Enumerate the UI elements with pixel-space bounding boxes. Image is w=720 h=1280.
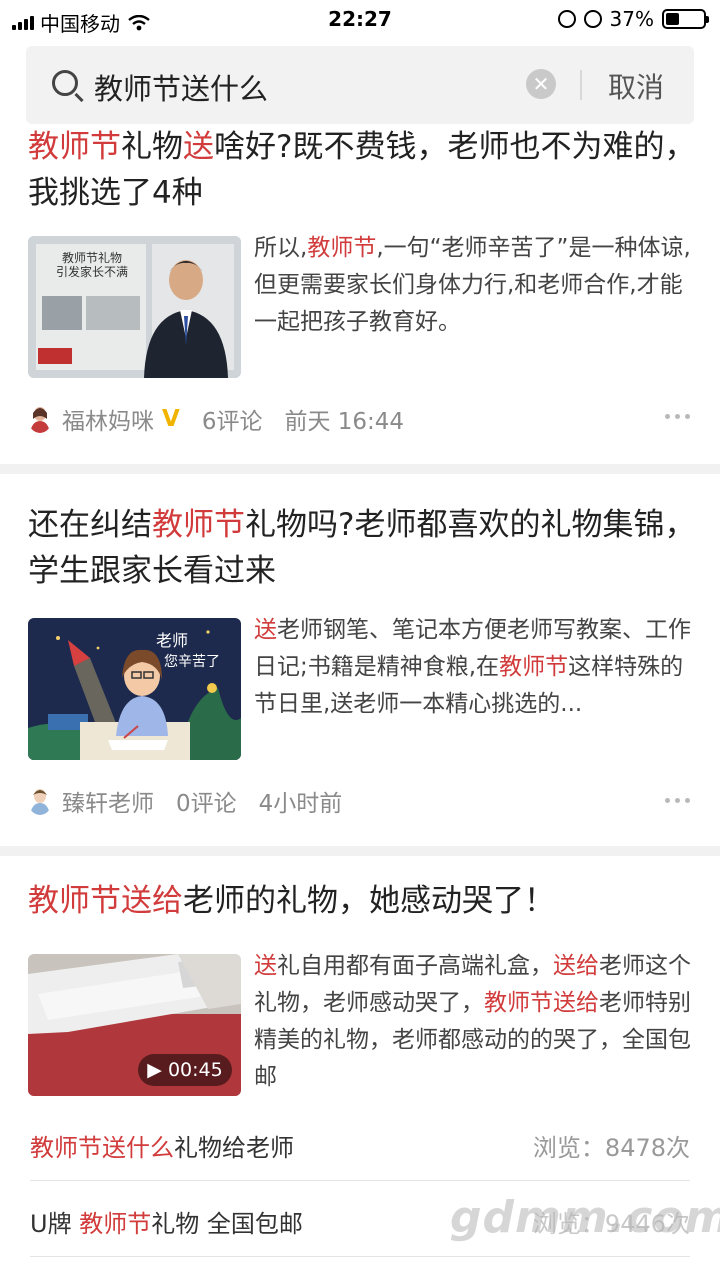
row-divider (30, 1256, 690, 1257)
comment-count: 0评论 (176, 791, 237, 817)
more-options-icon[interactable] (665, 414, 690, 419)
text-segment: 礼物给老师 (174, 1134, 294, 1162)
site-watermark: gdmm.com (450, 1192, 720, 1243)
text-segment: 礼物 (121, 129, 183, 165)
text-segment: 礼物 全国包邮 (151, 1210, 303, 1238)
author-name[interactable]: 福林妈咪 (62, 402, 154, 436)
related-search-text[interactable]: U牌 教师节礼物 全国包邮 (30, 1204, 303, 1239)
author-avatar (30, 407, 50, 433)
highlighted-keyword: 教师节送给 (28, 883, 183, 919)
article-thumbnail[interactable]: 教师节礼物 引发家长不满 (28, 236, 241, 378)
highlighted-keyword: 送 (183, 129, 214, 165)
publish-time: 4小时前 (258, 791, 343, 817)
article-excerpt: 送礼自用都有面子高端礼盒，送给老师这个礼物，老师感动哭了，教师节送给老师特别精美… (254, 948, 694, 1096)
article-thumbnail[interactable]: 老师 您辛苦了 (28, 618, 241, 760)
thumb-headline-1: 老师 (156, 631, 188, 650)
video-duration: 00:45 (167, 1059, 223, 1081)
article-meta: 福林妈咪 V 6评论 前天 16:44 (28, 402, 426, 436)
article-excerpt: 送老师钢笔、笔记本方便老师写教案、工作日记;书籍是精神食粮,在教师节这样特殊的节… (254, 612, 694, 723)
alarm-icon (583, 10, 602, 28)
highlighted-keyword: 教师节 (79, 1210, 152, 1238)
teacher-illustration: 老师 您辛苦了 (28, 618, 241, 760)
battery-fill (666, 13, 679, 25)
clear-icon[interactable]: ✕ (526, 69, 556, 99)
highlighted-keyword: 教师节 (152, 507, 245, 543)
highlighted-keyword: 教师节 (307, 235, 377, 261)
highlighted-keyword: 教师节 (499, 654, 569, 680)
search-input[interactable]: 教师节送什么 (94, 66, 268, 108)
news-anchor-image: 教师节礼物 引发家长不满 (28, 236, 241, 378)
publish-time: 前天 16:44 (284, 409, 405, 435)
thumb-headline-2: 引发家长不满 (56, 264, 128, 279)
highlighted-keyword: 送 (254, 617, 277, 643)
highlighted-keyword: 教师节送给 (484, 990, 599, 1016)
video-duration-badge: ▶ 00:45 (138, 1054, 232, 1086)
search-divider (580, 70, 582, 100)
rotation-lock-icon (557, 10, 576, 28)
highlighted-keyword: 送 (254, 953, 277, 979)
article-title[interactable]: 教师节送给老师的礼物，她感动哭了！ (28, 878, 696, 924)
related-search-row[interactable]: 教师节送什么礼物给老师 浏览：8478次 (30, 1106, 690, 1180)
thumb-headline-1: 教师节礼物 (62, 250, 122, 265)
highlighted-keyword: 送给 (553, 953, 599, 979)
text-segment: 老师的礼物，她感动哭了！ (183, 883, 555, 919)
status-bar: 中国移动 22:27 37% (0, 0, 720, 38)
author-avatar (30, 789, 50, 815)
cancel-button[interactable]: 取消 (608, 66, 664, 106)
highlighted-keyword: 教师节 (28, 129, 121, 165)
battery-icon (662, 9, 709, 29)
text-segment: 所以, (254, 235, 308, 261)
author-name[interactable]: 臻轩老师 (62, 784, 154, 818)
status-right: 37% (557, 7, 709, 31)
view-count: 浏览：8478次 (532, 1134, 690, 1162)
section-divider (0, 846, 720, 856)
more-options-icon[interactable] (665, 798, 690, 803)
section-divider (0, 464, 720, 474)
comment-count: 6评论 (201, 409, 263, 435)
article-excerpt: 所以,教师节,一句“老师辛苦了”是一种体谅,但更需要家长们身体力行,和老师合作,… (254, 230, 694, 341)
article-title[interactable]: 教师节礼物送啥好?既不费钱，老师也不为难的，我挑选了4种 (28, 124, 696, 216)
battery-percent: 37% (609, 7, 654, 31)
article-title[interactable]: 还在纠结教师节礼物吗?老师都喜欢的礼物集锦，学生跟家长看过来 (28, 502, 696, 594)
thumb-headline-2: 您辛苦了 (164, 653, 220, 670)
search-icon (52, 70, 78, 96)
verified-icon: V (162, 406, 180, 432)
highlighted-keyword: 教师节送什么 (30, 1134, 174, 1162)
text-segment: 还在纠结 (28, 507, 152, 543)
related-search-text[interactable]: 教师节送什么礼物给老师 (30, 1128, 294, 1163)
row-divider (30, 1180, 690, 1181)
text-segment: U牌 (30, 1210, 80, 1238)
article-meta: 臻轩老师 0评论 4小时前 (28, 784, 364, 818)
play-icon: ▶ (147, 1059, 168, 1081)
text-segment: 礼自用都有面子高端礼盒， (277, 953, 553, 979)
search-bar[interactable]: 教师节送什么 ✕ 取消 (26, 46, 694, 124)
video-thumbnail[interactable]: ▶ 00:45 (28, 954, 241, 1096)
